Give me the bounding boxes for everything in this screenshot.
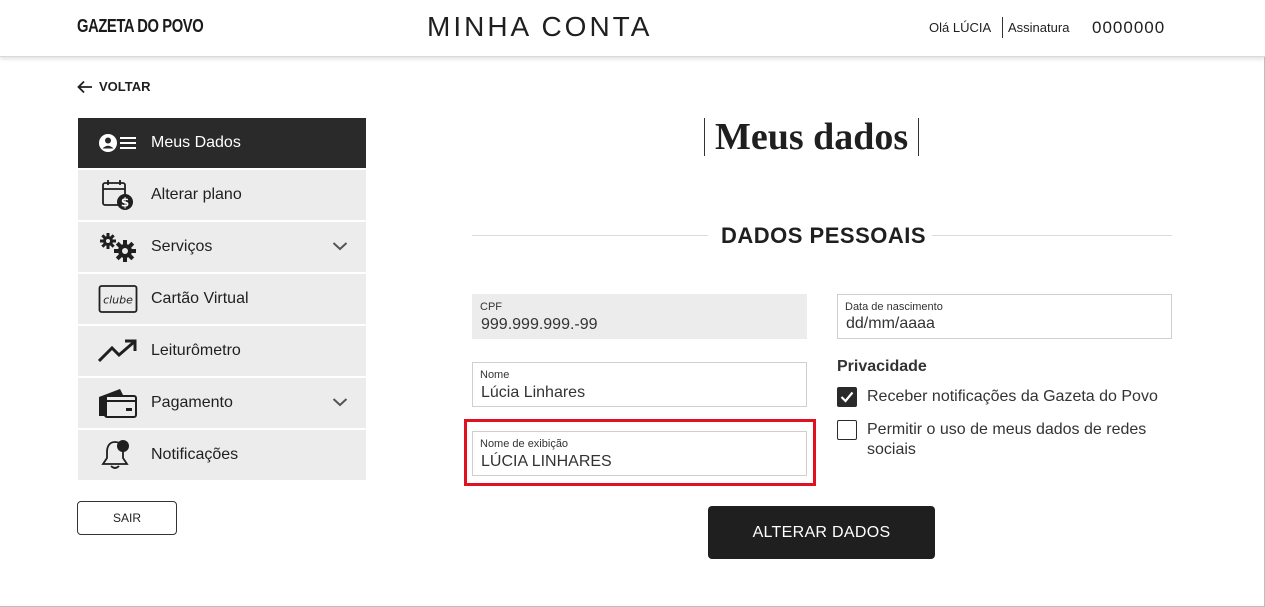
sidebar-item-servicos[interactable]: Serviços [78, 222, 366, 272]
update-data-button[interactable]: ALTERAR DADOS [708, 506, 935, 559]
notifications-checkbox-row[interactable]: Receber notificações da Gazeta do Povo [837, 387, 1167, 407]
notifications-checkbox[interactable] [837, 387, 857, 407]
sidebar-item-label: Cartão Virtual [151, 290, 249, 307]
sidebar-item-notificacoes[interactable]: Notificações [78, 430, 366, 480]
arrow-left-icon [77, 80, 92, 93]
sidebar-item-label: Leiturômetro [151, 342, 241, 359]
sidebar-item-label: Alterar plano [151, 186, 242, 203]
back-link[interactable]: VOLTAR [77, 79, 151, 94]
sidebar-item-label: Serviços [151, 238, 213, 255]
main-title: Meus dados [715, 116, 909, 158]
name-label: Nome [480, 369, 510, 381]
page-title: MINHA CONTA [427, 11, 653, 42]
name-value[interactable]: Lúcia Linhares [481, 384, 781, 402]
cpf-value: 999.999.999.-99 [481, 316, 598, 333]
back-label: VOLTAR [99, 79, 151, 94]
chevron-down-icon[interactable] [332, 240, 348, 252]
sidebar-item-label: Notificações [151, 446, 239, 463]
birth-date-field[interactable]: Data de nascimento [837, 294, 1172, 339]
name-field[interactable]: Nome Lúcia Linhares [472, 362, 807, 407]
social-data-checkbox-label: Permitir o uso de meus dados de redes so… [867, 421, 1147, 458]
sidebar-item-pagamento[interactable]: Pagamento [78, 378, 366, 428]
top-header: GAZETA DO POVO MINHA CONTA Olá LÚCIA Ass… [0, 0, 1265, 57]
birth-date-label: Data de nascimento [845, 301, 943, 313]
header-divider [1002, 17, 1003, 38]
sidebar-item-label: Meus Dados [151, 134, 241, 151]
gears-icon [98, 230, 138, 264]
user-greeting: Olá LÚCIA [929, 20, 992, 35]
calendar-dollar-icon: $ [98, 178, 138, 212]
notifications-checkbox-label: Receber notificações da Gazeta do Povo [867, 388, 1158, 405]
section-divider-left [472, 235, 708, 236]
chevron-down-icon[interactable] [332, 396, 348, 408]
subscription-link[interactable]: Assinatura [1008, 20, 1069, 35]
main-title-frame: Meus dados [704, 116, 920, 158]
birth-date-input[interactable] [846, 315, 1146, 333]
section-title: DADOS PESSOAIS [721, 223, 927, 248]
clube-card-icon: clube [98, 282, 138, 316]
sidebar-item-alterar-plano[interactable]: $ Alterar plano [78, 170, 366, 220]
sidebar-item-cartao-virtual[interactable]: clube Cartão Virtual [78, 274, 366, 324]
social-data-checkbox[interactable] [837, 420, 857, 440]
user-list-icon [98, 126, 138, 160]
sidebar-item-label: Pagamento [151, 394, 233, 411]
highlight-box [464, 419, 816, 486]
trending-up-icon [98, 334, 138, 368]
account-number: 0000000 [1092, 18, 1166, 37]
sidebar-item-leiturometro[interactable]: Leiturômetro [78, 326, 366, 376]
checkmark-icon [840, 391, 854, 403]
sidebar-item-meus-dados[interactable]: Meus Dados [78, 118, 366, 168]
credit-cards-icon [98, 386, 138, 420]
privacy-title: Privacidade [837, 358, 927, 375]
section-divider-right [932, 235, 1172, 236]
svg-text:$: $ [121, 196, 129, 210]
sidebar-menu: Meus Dados $ Alterar plano Serviços club… [78, 118, 366, 482]
bell-icon [98, 438, 138, 472]
gazeta-logo[interactable]: GAZETA DO POVO [77, 16, 204, 37]
cpf-field: CPF 999.999.999.-99 [472, 294, 807, 339]
social-data-checkbox-row[interactable]: Permitir o uso de meus dados de redes so… [837, 420, 1167, 460]
cpf-label: CPF [480, 301, 502, 313]
logout-button[interactable]: SAIR [77, 501, 177, 535]
svg-text:clube: clube [103, 294, 133, 307]
